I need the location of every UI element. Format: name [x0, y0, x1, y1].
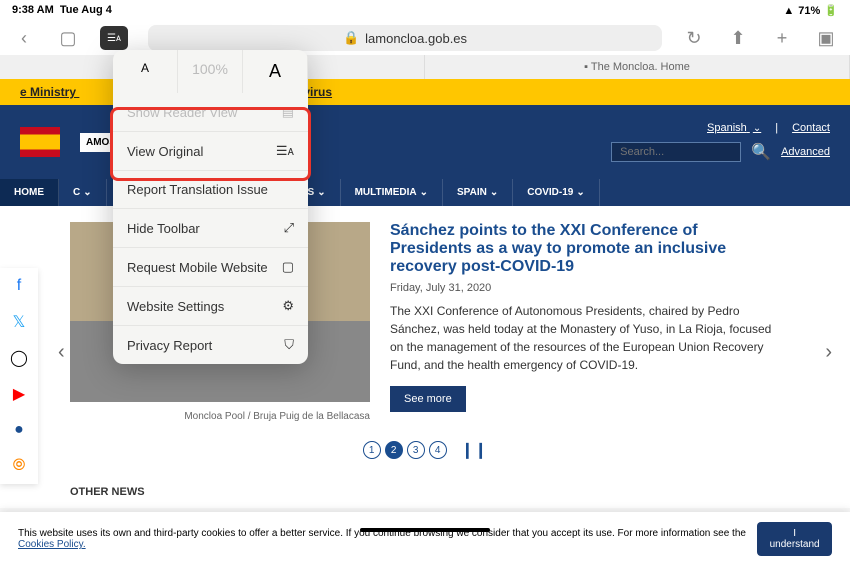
spain-flag-icon [20, 127, 60, 157]
zoom-pct: 100% [178, 50, 243, 93]
zoom-row: A 100% A [113, 50, 308, 93]
hide-toolbar[interactable]: Hide Toolbar⤢ [113, 209, 308, 248]
cookie-banner: This website uses its own and third-part… [0, 512, 850, 566]
report-translation[interactable]: Report Translation Issue [113, 171, 308, 209]
bookmarks-button[interactable]: ▢ [56, 26, 80, 50]
tabs-button[interactable]: ▣ [814, 26, 838, 50]
zoom-out[interactable]: A [113, 50, 178, 93]
wifi-icon: ▲ [783, 5, 794, 17]
next-arrow[interactable]: › [825, 341, 832, 364]
article-date: Friday, July 31, 2020 [390, 282, 780, 294]
nav-multimedia[interactable]: MULTIMEDIA⌄ [341, 179, 443, 206]
aa-menu: A 100% A Show Reader View▤ View Original… [113, 50, 308, 364]
see-more-button[interactable]: See more [390, 386, 466, 412]
view-original[interactable]: View Original☰ᴀ [113, 132, 308, 171]
social-sidebar: f 𝕏 ◯ ▶ ● ⦾ [0, 268, 38, 484]
instagram-icon[interactable]: ◯ [0, 340, 38, 376]
show-reader-view: Show Reader View▤ [113, 93, 308, 132]
page-4[interactable]: 4 [429, 441, 447, 459]
article-desc: The XXI Conference of Autonomous Preside… [390, 302, 780, 374]
home-indicator[interactable] [360, 528, 490, 532]
other-news-heading: OTHER NEWS [0, 476, 850, 508]
gear-icon: ⚙ [282, 298, 294, 314]
battery-icon: 🔋 [824, 4, 838, 17]
share-button[interactable]: ⬆ [726, 26, 750, 50]
contact-link[interactable]: Contact [792, 122, 830, 134]
status-bar: 9:38 AM Tue Aug 4 ▲ 71% 🔋 [0, 0, 850, 21]
nav-spain[interactable]: SPAIN⌄ [443, 179, 513, 206]
aa-menu-button[interactable]: ☰ᴀ [100, 26, 128, 50]
lock-icon: 🔒 [343, 30, 359, 46]
nav-home[interactable]: HOME [0, 179, 59, 206]
nav-c[interactable]: C⌄ [59, 179, 107, 206]
search-icon[interactable]: 🔍 [751, 142, 771, 162]
new-tab-button[interactable]: + [770, 26, 794, 50]
expand-icon: ⤢ [284, 220, 294, 236]
search-input[interactable] [611, 142, 741, 162]
url-text: lamoncloa.gob.es [365, 31, 467, 46]
reader-icon: ▤ [282, 104, 294, 120]
time: 9:38 AM [12, 4, 54, 16]
prev-arrow[interactable]: ‹ [58, 341, 65, 364]
article-title[interactable]: Sánchez points to the XXI Conference of … [390, 222, 780, 276]
twitter-icon[interactable]: 𝕏 [0, 304, 38, 340]
zoom-in[interactable]: A [243, 50, 308, 93]
circle-icon[interactable]: ● [0, 412, 38, 448]
image-caption: Moncloa Pool / Bruja Puig de la Bellacas… [184, 411, 370, 422]
device-icon: ▢ [282, 259, 294, 275]
pagination: 1 2 3 4 ❙❙ [70, 440, 780, 460]
back-button[interactable]: ‹ [12, 26, 36, 50]
advanced-search-link[interactable]: Advanced [781, 146, 830, 158]
page-3[interactable]: 3 [407, 441, 425, 459]
facebook-icon[interactable]: f [0, 268, 38, 304]
cookie-accept-button[interactable]: I understand [757, 522, 832, 556]
request-mobile[interactable]: Request Mobile Website▢ [113, 248, 308, 287]
reload-button[interactable]: ↻ [682, 26, 706, 50]
nav-covid[interactable]: COVID-19⌄ [513, 179, 600, 206]
page-1[interactable]: 1 [363, 441, 381, 459]
translate-icon: ☰ᴀ [276, 143, 294, 159]
url-bar[interactable]: 🔒 lamoncloa.gob.es [148, 25, 662, 51]
shield-icon: ⛉ [284, 337, 294, 353]
date: Tue Aug 4 [60, 4, 112, 16]
privacy-report[interactable]: Privacy Report⛉ [113, 326, 308, 364]
battery-pct: 71% [798, 5, 820, 17]
youtube-icon[interactable]: ▶ [0, 376, 38, 412]
cookie-link[interactable]: Cookies Policy. [18, 539, 86, 550]
language-select[interactable]: Spanish ⌄ [707, 122, 761, 134]
pause-icon[interactable]: ❙❙ [461, 440, 488, 460]
page-2[interactable]: 2 [385, 441, 403, 459]
rss-icon[interactable]: ⦾ [0, 448, 38, 484]
tab-home[interactable]: ▪ The Moncloa. Home [425, 55, 850, 79]
website-settings[interactable]: Website Settings⚙ [113, 287, 308, 326]
